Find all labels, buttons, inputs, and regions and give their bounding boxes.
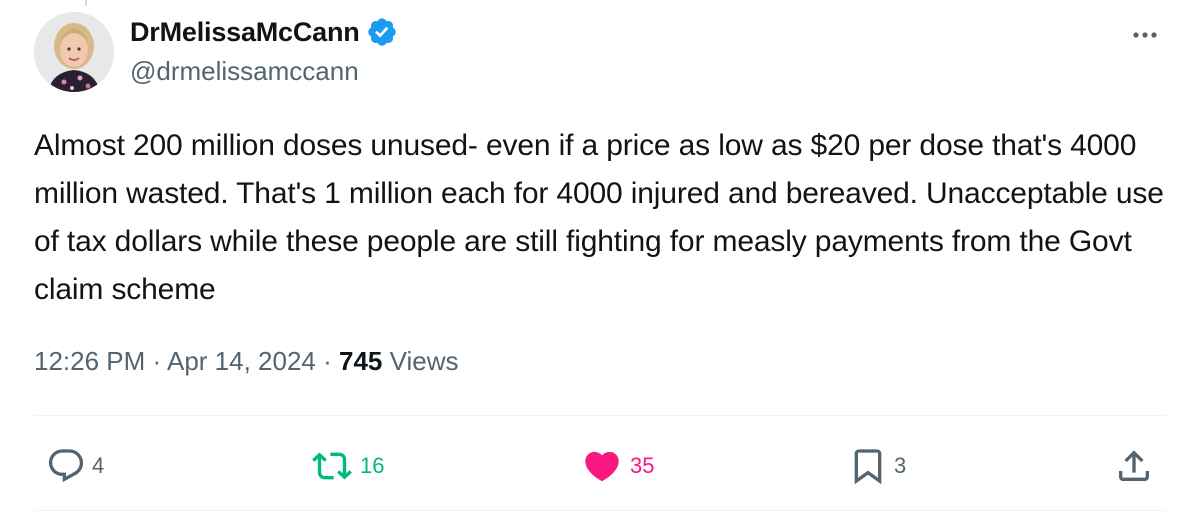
views-label: Views: [389, 346, 459, 376]
tweet-date[interactable]: Apr 14, 2024: [167, 346, 316, 376]
profile-photo: [34, 12, 114, 92]
author-display-name[interactable]: DrMelissaMcCann: [130, 17, 360, 48]
reply-bubble-icon: [48, 449, 84, 483]
verified-badge-icon[interactable]: [366, 16, 398, 48]
author-handle[interactable]: @drmelissamccann: [130, 56, 359, 87]
more-dots-icon[interactable]: [1126, 20, 1164, 50]
meta-separator: ·: [323, 346, 339, 376]
views-count: 745: [339, 346, 383, 376]
tweet-time[interactable]: 12:26 PM: [34, 346, 145, 376]
retweet-arrows-icon: [312, 452, 352, 480]
avatar[interactable]: [34, 12, 114, 92]
reply-button[interactable]: 4: [46, 446, 104, 486]
heart-filled-icon: [585, 451, 619, 482]
thread-connector: [85, 0, 87, 6]
share-upload-icon: [1119, 450, 1149, 481]
like-count: 35: [630, 453, 655, 478]
reply-count: 4: [92, 453, 105, 478]
bookmark-button[interactable]: 3: [848, 446, 906, 486]
bookmark-count: 3: [894, 453, 907, 478]
share-button[interactable]: [1114, 446, 1154, 486]
divider: [34, 415, 1166, 416]
retweet-count: 16: [360, 453, 385, 478]
divider: [34, 510, 1166, 511]
tweet-text: Almost 200 million doses unused- even if…: [34, 129, 1164, 306]
tweet-meta: 12:26 PM · Apr 14, 2024 · 745 Views: [34, 346, 459, 377]
bookmark-icon: [854, 449, 882, 485]
author-name-row: DrMelissaMcCann: [130, 14, 398, 50]
like-button[interactable]: 35: [580, 446, 654, 486]
meta-separator: ·: [152, 346, 167, 376]
retweet-button[interactable]: 16: [310, 446, 384, 486]
